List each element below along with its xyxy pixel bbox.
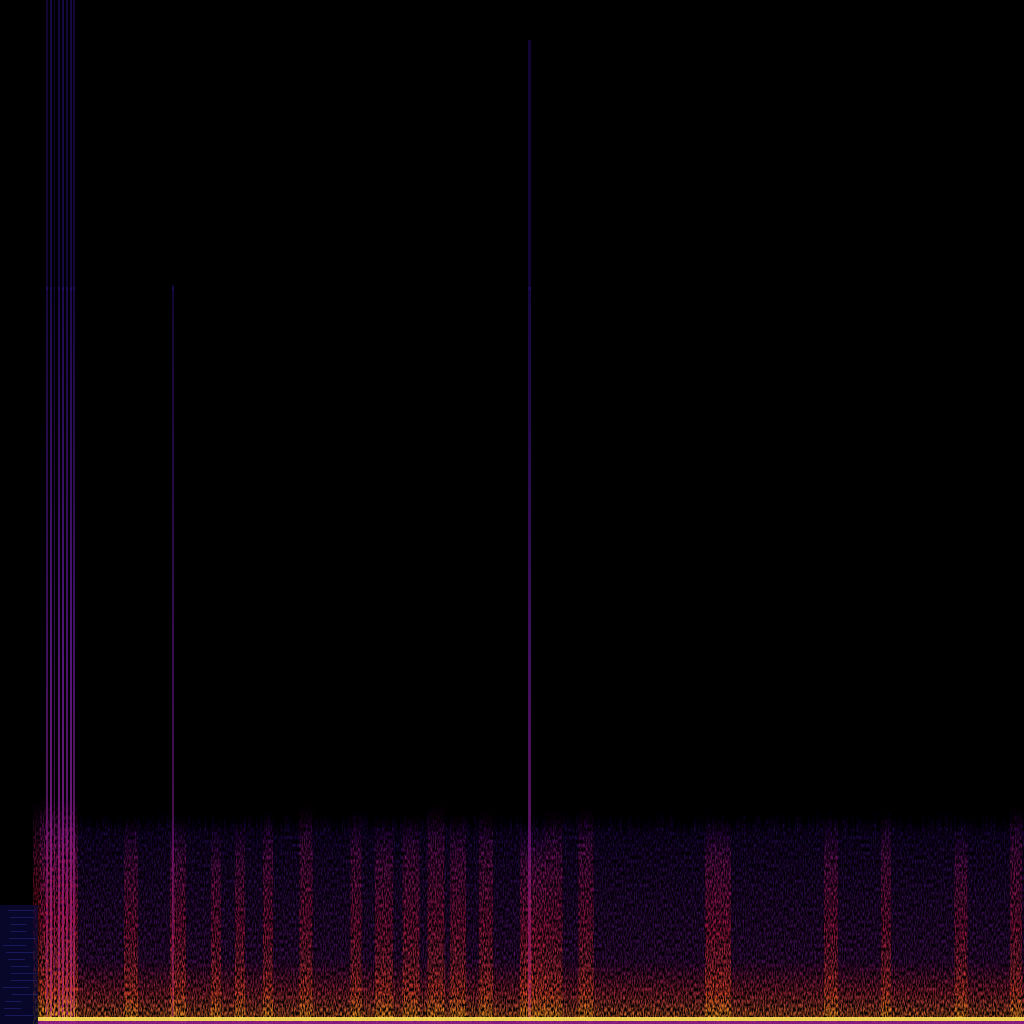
- left-margin-line: [4, 1008, 21, 1009]
- spectrogram-view: [0, 0, 1024, 1024]
- left-margin-line: [11, 973, 36, 974]
- left-margin-line: [5, 1001, 22, 1002]
- left-margin-line: [10, 931, 26, 932]
- left-margin-line: [5, 1015, 33, 1016]
- streak-upper: [528, 40, 531, 290]
- streak-upper: [50, 0, 52, 290]
- streak-upper: [46, 0, 48, 290]
- dc-line: [38, 1017, 1024, 1021]
- spectrogram-canvas: [0, 0, 1024, 1024]
- left-margin-line: [12, 994, 38, 995]
- left-margin-line: [2, 987, 30, 988]
- left-margin-line: [10, 917, 34, 918]
- streak-upper: [54, 0, 55, 290]
- left-margin-line: [3, 945, 26, 946]
- left-margin-line: [11, 966, 30, 967]
- left-margin-line: [10, 924, 26, 925]
- left-margin-line: [8, 910, 35, 911]
- floor-band: [38, 960, 1024, 1024]
- streak-upper: [66, 0, 68, 290]
- streak-upper: [58, 0, 60, 290]
- left-margin-block: [0, 905, 38, 1024]
- streak-upper: [73, 0, 75, 290]
- streak-upper: [62, 0, 64, 290]
- left-margin-strip: [0, 905, 38, 1024]
- left-margin-line: [6, 952, 34, 953]
- left-margin-line: [8, 959, 25, 960]
- low-frequency-floor: [38, 960, 1024, 1024]
- left-margin-line: [11, 980, 37, 981]
- streak-upper: [70, 0, 72, 290]
- left-margin-line: [9, 938, 36, 939]
